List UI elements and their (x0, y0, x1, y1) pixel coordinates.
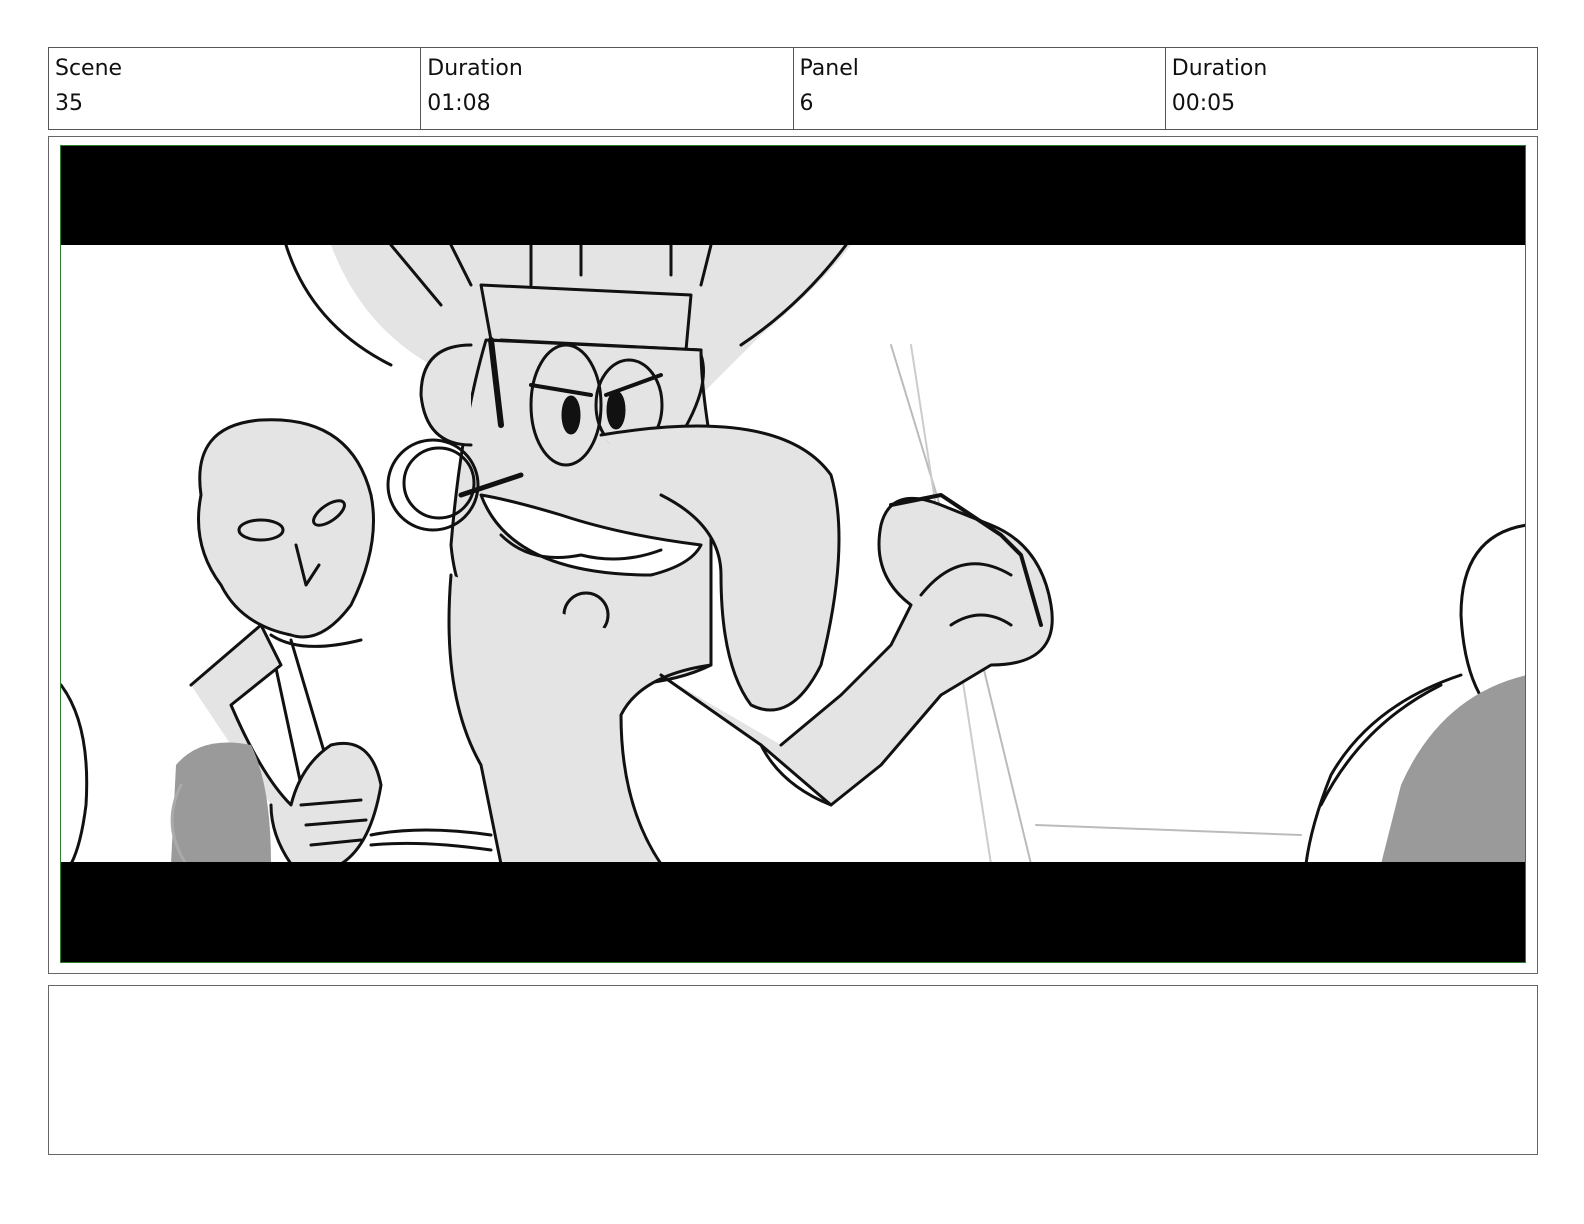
letterbox-top-bar (61, 146, 1525, 245)
panel-notes-box[interactable] (48, 985, 1538, 1155)
scene-duration-cell: Duration 01:08 (421, 48, 794, 129)
scene-duration-label: Duration (427, 56, 523, 81)
scene-label: Scene (55, 56, 123, 81)
panel-image (60, 145, 1526, 963)
panel-cell: Panel 6 (794, 48, 1166, 129)
scene-duration-value: 01:08 (427, 91, 491, 116)
panel-duration-value: 00:05 (1171, 91, 1236, 116)
storyboard-panel (48, 136, 1538, 974)
scene-number: 35 (55, 91, 83, 116)
storyboard-header: Scene 35 Duration 01:08 Panel 6 Duration… (48, 47, 1538, 130)
panel-label: Panel (799, 56, 859, 81)
letterbox-bottom-bar (61, 862, 1525, 962)
panel-duration-cell: Duration 00:05 (1166, 48, 1537, 129)
panel-number: 6 (799, 91, 814, 116)
panel-duration-label: Duration (1171, 56, 1268, 81)
sketch-drawing (61, 245, 1525, 864)
scene-cell: Scene 35 (49, 48, 422, 129)
